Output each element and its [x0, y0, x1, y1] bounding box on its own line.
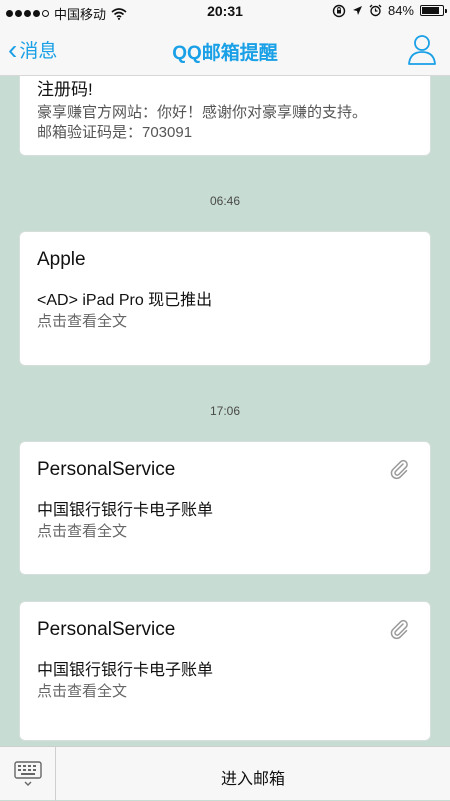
battery-icon	[420, 5, 447, 16]
timestamp: 06:46	[209, 194, 241, 208]
message-subject: 中国银行银行卡电子账单	[37, 502, 214, 519]
location-arrow-icon	[352, 6, 362, 15]
message-card-personalservice[interactable]: PersonalService 中国银行银行卡电子账单 点击查看全文	[19, 601, 431, 741]
message-card-personalservice[interactable]: PersonalService 中国银行银行卡电子账单 点击查看全文	[19, 441, 431, 575]
attachment-paperclip-icon	[390, 619, 408, 640]
message-sender: PersonalService	[37, 619, 176, 640]
timestamp: 17:06	[209, 404, 241, 418]
nav-bar: ‹ 消息 QQ邮箱提醒	[0, 24, 450, 76]
message-sender: Apple	[37, 249, 86, 270]
alarm-icon	[369, 4, 382, 17]
battery-percent: 84%	[387, 3, 414, 18]
message-card-verification[interactable]: 注册码! 豪享赚官方网站：你好！感谢你对豪享赚的支持。 邮箱验证码是：70309…	[19, 76, 431, 156]
message-subject: <AD> iPad Pro 现已推出	[37, 292, 213, 309]
message-sender: 注册码!	[37, 80, 93, 99]
message-list[interactable]: 注册码! 豪享赚官方网站：你好！感谢你对豪享赚的支持。 邮箱验证码是：70309…	[0, 76, 450, 746]
message-sender: PersonalService	[37, 459, 176, 480]
message-card-apple[interactable]: Apple <AD> iPad Pro 现已推出 点击查看全文	[19, 231, 431, 366]
message-body: 豪享赚官方网站：你好！感谢你对豪享赚的支持。	[37, 104, 368, 121]
profile-icon[interactable]	[406, 32, 438, 66]
rotation-lock-icon	[332, 4, 346, 17]
keyboard-toggle-button[interactable]	[0, 747, 56, 801]
view-full-text-link: 点击查看全文	[37, 313, 128, 330]
message-subject: 中国银行银行卡电子账单	[37, 662, 214, 679]
message-code: 邮箱验证码是：703091	[37, 124, 193, 141]
keyboard-icon	[14, 761, 42, 786]
attachment-paperclip-icon	[390, 459, 408, 480]
view-full-text-link: 点击查看全文	[37, 683, 128, 700]
enter-mailbox-button[interactable]: 进入邮箱	[56, 765, 450, 789]
status-right: 84%	[332, 3, 447, 18]
status-bar: 中国移动 20:31 84%	[0, 0, 450, 24]
view-full-text-link: 点击查看全文	[37, 523, 128, 540]
page-title: QQ邮箱提醒	[172, 43, 278, 64]
bottom-bar: 进入邮箱	[0, 746, 450, 801]
